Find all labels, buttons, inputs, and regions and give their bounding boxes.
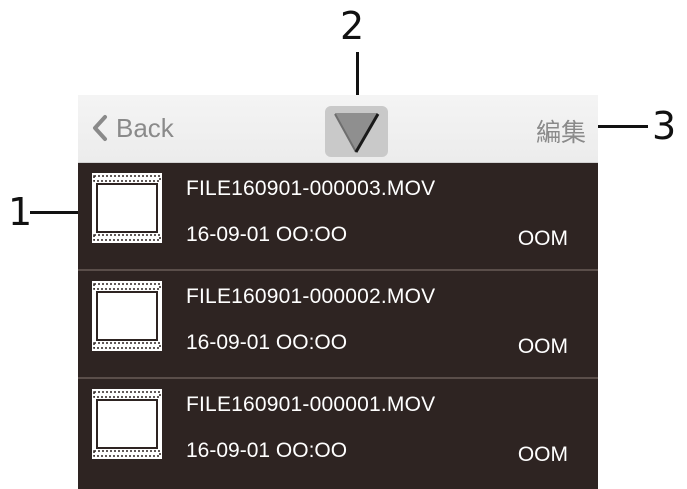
file-list: FILE160901-000003.MOV 16-09-01 OO:OO OOM… (78, 163, 598, 489)
file-row[interactable]: FILE160901-000001.MOV 16-09-01 OO:OO OOM (78, 379, 598, 489)
file-row[interactable]: FILE160901-000003.MOV 16-09-01 OO:OO OOM (78, 163, 598, 271)
navigation-bar: Back 編集 (78, 95, 598, 163)
film-thumbnail-icon (92, 173, 162, 243)
video-mode-icon[interactable] (325, 106, 388, 157)
callout-number-1: 1 (8, 190, 33, 234)
file-datetime: 16-09-01 OO:OO (186, 439, 348, 462)
phone-screen: Back 編集 FILE160901-000003.MOV 16-09-01 O… (78, 95, 598, 489)
callout-number-3: 3 (652, 104, 677, 148)
edit-button[interactable]: 編集 (536, 113, 586, 149)
film-thumbnail-icon (92, 281, 162, 351)
back-label: Back (116, 112, 174, 143)
file-datetime: 16-09-01 OO:OO (186, 223, 348, 246)
file-row[interactable]: FILE160901-000002.MOV 16-09-01 OO:OO OOM (78, 271, 598, 379)
file-name: FILE160901-000003.MOV (186, 177, 436, 200)
file-name: FILE160901-000001.MOV (186, 393, 436, 416)
chevron-left-icon (93, 115, 107, 141)
callout-line-3 (592, 125, 648, 128)
file-size: OOM (517, 335, 568, 358)
file-size: OOM (517, 227, 568, 250)
callout-number-2: 2 (340, 4, 365, 48)
file-size: OOM (517, 443, 568, 466)
film-thumbnail-icon (92, 389, 162, 459)
back-button[interactable]: Back (92, 113, 174, 143)
file-datetime: 16-09-01 OO:OO (186, 331, 348, 354)
file-name: FILE160901-000002.MOV (186, 285, 436, 308)
